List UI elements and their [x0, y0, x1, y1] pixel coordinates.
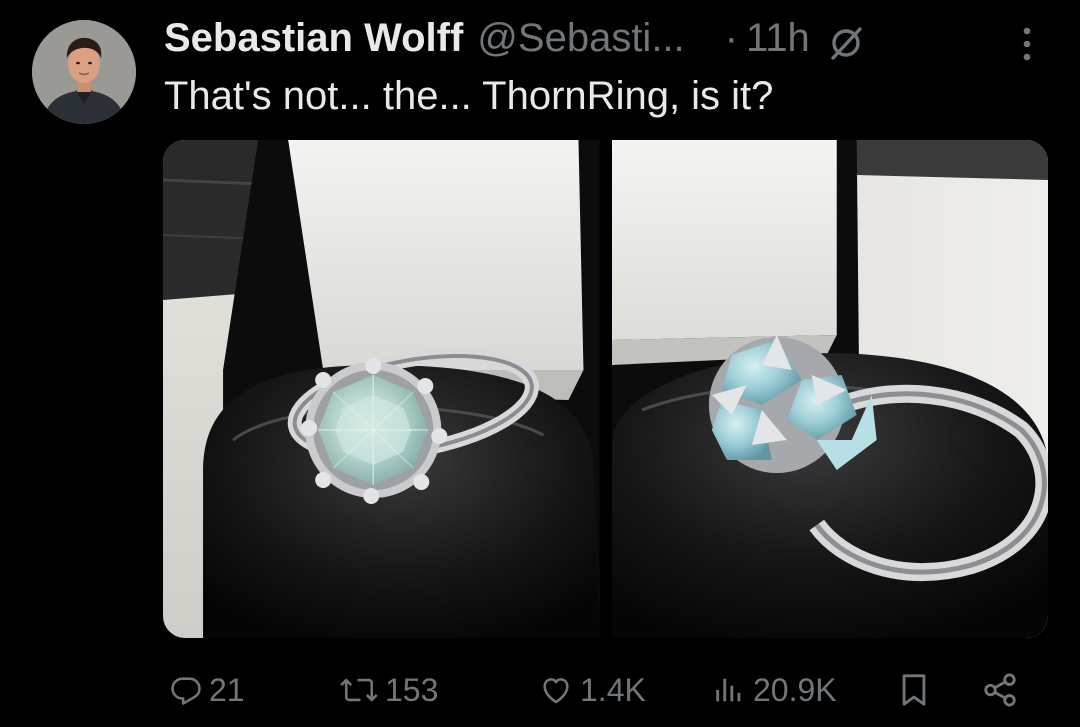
share-icon — [984, 673, 1016, 707]
post-timestamp[interactable]: 11h — [746, 10, 810, 66]
reply-button[interactable]: 21 — [169, 664, 245, 716]
more-options-icon[interactable] — [1012, 22, 1042, 66]
views-button[interactable]: 20.9K — [711, 664, 837, 716]
post-text: That's not... the... ThornRing, is it? — [164, 74, 774, 118]
media-grid — [163, 140, 1048, 638]
profile-photo — [32, 20, 136, 124]
author-avatar[interactable] — [32, 20, 136, 124]
repost-icon — [340, 678, 378, 702]
media-image-2[interactable] — [611, 140, 1048, 638]
bookmark-button[interactable] — [897, 664, 931, 716]
author-display-name[interactable]: Sebastian Wolff — [164, 10, 463, 66]
reply-count: 21 — [209, 671, 245, 708]
photo — [163, 140, 600, 638]
repost-count: 153 — [385, 671, 439, 708]
repost-button[interactable]: 153 — [339, 664, 438, 716]
reply-icon — [171, 677, 201, 705]
header-separator: · — [724, 16, 738, 60]
views-count: 20.9K — [753, 671, 837, 708]
grok-icon[interactable] — [828, 20, 864, 60]
share-button[interactable] — [981, 664, 1019, 716]
like-button[interactable]: 1.4K — [538, 664, 646, 716]
like-count: 1.4K — [580, 671, 646, 708]
post: Sebastian Wolff @Sebasti... · 11h That's… — [0, 0, 1080, 727]
author-handle[interactable]: @Sebasti... — [477, 10, 684, 66]
photo — [611, 140, 1048, 638]
post-header: Sebastian Wolff @Sebasti... · 11h — [164, 10, 864, 66]
bookmark-icon — [902, 674, 926, 706]
media-image-1[interactable] — [163, 140, 600, 638]
like-icon — [543, 678, 569, 704]
action-bar: 21 153 1.4K 20.9K — [163, 664, 1043, 716]
views-icon — [716, 678, 741, 702]
